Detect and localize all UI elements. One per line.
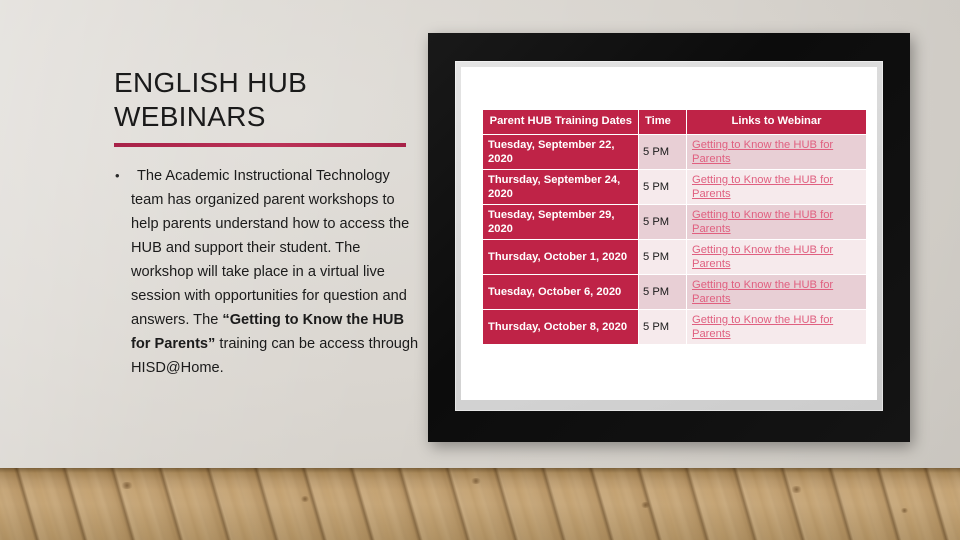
bullet-text-part-1: The Academic Instructional Technology te… [131, 168, 410, 328]
cell-training-date: Thursday, October 8, 2020 [482, 309, 639, 345]
title-underline-rule [114, 143, 406, 147]
column-header-links: Links to Webinar [686, 109, 867, 135]
cell-webinar-link: Getting to Know the HUB for Parents [686, 134, 867, 170]
body-text-block: • The Academic Instructional Technology … [112, 164, 422, 380]
table-row: Tuesday, September 29, 2020 5 PM Getting t… [482, 204, 867, 240]
cell-time: 5 PM [638, 169, 687, 205]
cell-webinar-link: Getting to Know the HUB for Parents [686, 274, 867, 310]
cell-webinar-link: Getting to Know the HUB for Parents [686, 204, 867, 240]
wood-floor [0, 468, 960, 540]
frame-mat: Parent HUB Training Dates Time Links to … [455, 61, 883, 411]
title-block: ENGLISH HUB WEBINARS [114, 66, 414, 147]
floor-shading [0, 468, 960, 540]
bullet-list-item: • The Academic Instructional Technology … [112, 164, 422, 380]
cell-time: 5 PM [638, 134, 687, 170]
cell-training-date: Thursday, September 24, 2020 [482, 169, 639, 205]
table-row: Thursday, October 8, 2020 5 PM Getting to … [482, 309, 867, 345]
table-header: Parent HUB Training Dates Time Links to … [482, 109, 867, 135]
table-row: Thursday, October 1, 2020 5 PM Getting to … [482, 239, 867, 275]
table-header-row: Parent HUB Training Dates Time Links to … [482, 109, 867, 135]
bullet-paragraph: The Academic Instructional Technology te… [131, 164, 422, 380]
cell-training-date: Thursday, October 1, 2020 [482, 239, 639, 275]
webinar-link[interactable]: Getting to Know the HUB for Parents [692, 139, 833, 165]
webinar-link[interactable]: Getting to Know the HUB for Parents [692, 244, 833, 270]
cell-webinar-link: Getting to Know the HUB for Parents [686, 169, 867, 205]
table-row: Thursday, September 24, 2020 5 PM Getting … [482, 169, 867, 205]
webinar-link[interactable]: Getting to Know the HUB for Parents [692, 314, 833, 340]
cell-training-date: Tuesday, October 6, 2020 [482, 274, 639, 310]
cell-webinar-link: Getting to Know the HUB for Parents [686, 239, 867, 275]
frame-canvas: Parent HUB Training Dates Time Links to … [461, 67, 877, 400]
column-header-dates: Parent HUB Training Dates [482, 109, 639, 135]
cell-training-date: Tuesday, September 29, 2020 [482, 204, 639, 240]
webinar-link[interactable]: Getting to Know the HUB for Parents [692, 209, 833, 235]
schedule-table-wrapper: Parent HUB Training Dates Time Links to … [482, 109, 867, 345]
webinar-schedule-table: Parent HUB Training Dates Time Links to … [482, 109, 867, 345]
webinar-link[interactable]: Getting to Know the HUB for Parents [692, 174, 833, 200]
cell-training-date: Tuesday, September 22, 2020 [482, 134, 639, 170]
table-row: Tuesday, October 6, 2020 5 PM Getting to K… [482, 274, 867, 310]
webinar-link[interactable]: Getting to Know the HUB for Parents [692, 279, 833, 305]
column-header-time: Time [638, 109, 687, 135]
bullet-point-icon: • [115, 168, 120, 183]
cell-time: 5 PM [638, 274, 687, 310]
cell-webinar-link: Getting to Know the HUB for Parents [686, 309, 867, 345]
picture-frame: Parent HUB Training Dates Time Links to … [428, 33, 910, 442]
table-row: Tuesday, September 22, 2020 5 PM Getting t… [482, 134, 867, 170]
cell-time: 5 PM [638, 309, 687, 345]
page-title: ENGLISH HUB WEBINARS [114, 67, 308, 132]
cell-time: 5 PM [638, 239, 687, 275]
cell-time: 5 PM [638, 204, 687, 240]
slide-canvas: ENGLISH HUB WEBINARS • The Academic Inst… [0, 0, 960, 540]
table-body: Tuesday, September 22, 2020 5 PM Getting t… [482, 134, 867, 345]
